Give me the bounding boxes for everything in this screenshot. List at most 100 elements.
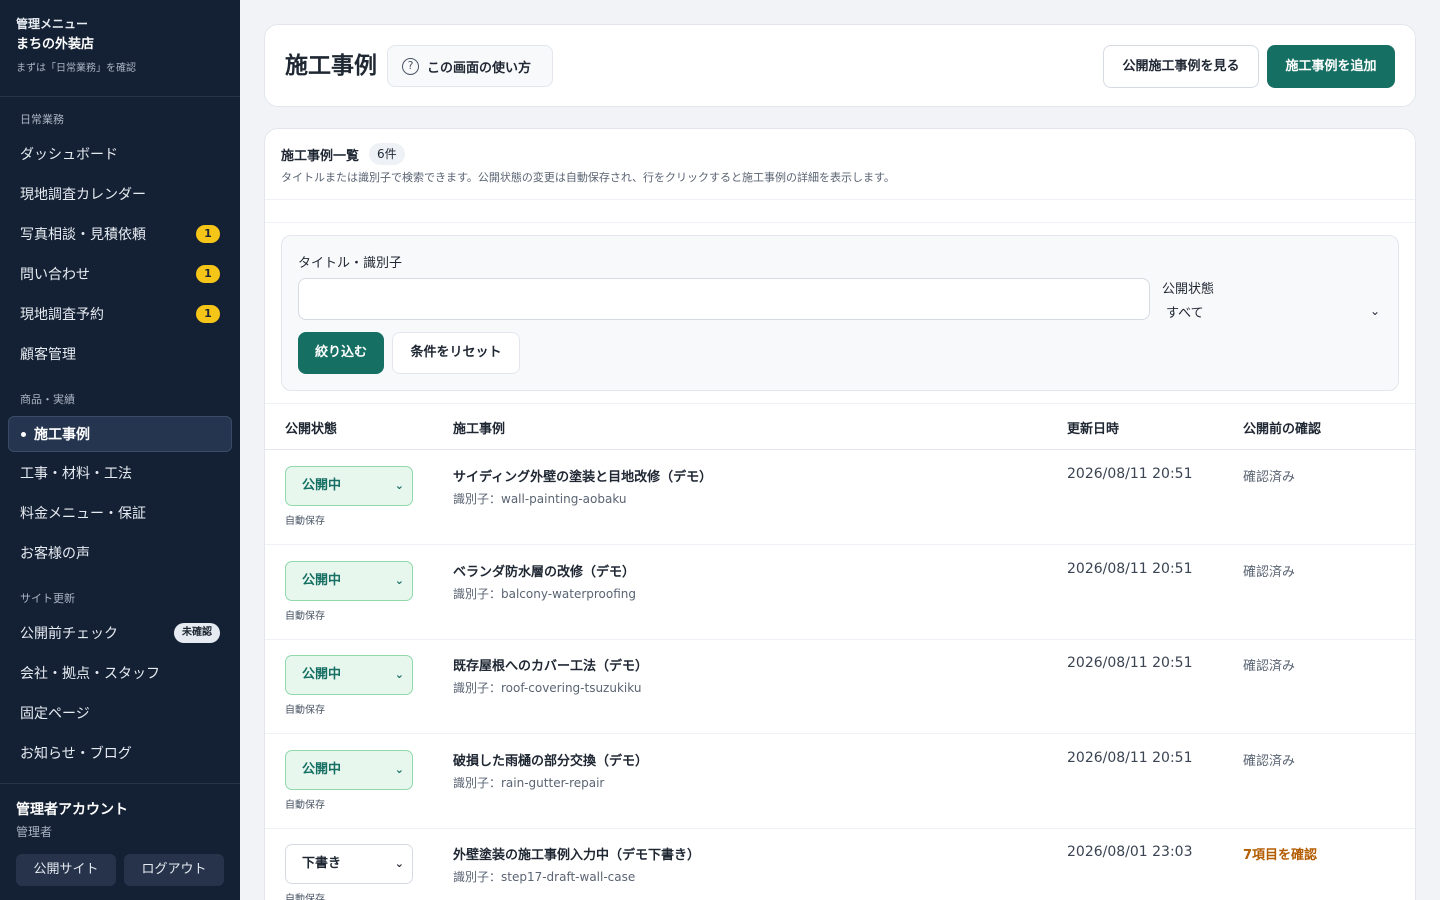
autosave-note: 自動保存	[285, 894, 325, 900]
list-title: 施工事例一覧	[281, 148, 360, 164]
case-title: ベランダ防水層の改修（デモ）	[453, 565, 636, 580]
column-check: 公開前の確認	[1243, 422, 1322, 437]
sidebar-item-prepublish-check[interactable]: 公開前チェック 未確認	[8, 615, 232, 651]
status-select[interactable]: 公開中 ⌄	[285, 561, 413, 601]
prepublish-status: 確認済み	[1243, 565, 1296, 580]
sidebar-item-label: 写真相談・見積依頼	[20, 227, 146, 243]
autosave-note: 自動保存	[285, 705, 325, 716]
case-identifier: 識別子：rain-gutter-repair	[453, 776, 605, 790]
case-title: 既存屋根へのカバー工法（デモ）	[453, 659, 649, 674]
sidebar-item-label: 顧客管理	[20, 347, 76, 363]
case-title: 外壁塗装の施工事例入力中（デモ下書き）	[453, 848, 701, 863]
public-site-button[interactable]: 公開サイト	[16, 854, 116, 886]
sidebar-item-dashboard[interactable]: ダッシュボード	[8, 136, 232, 172]
status-value: 公開中	[302, 478, 342, 493]
prepublish-status: 確認済み	[1243, 470, 1296, 485]
search-input[interactable]	[298, 278, 1150, 320]
updated-at: 2026/08/11 20:51	[1067, 561, 1193, 577]
case-title: サイディング外壁の塗装と目地改修（デモ）	[453, 470, 713, 485]
sidebar-item-customers[interactable]: 顧客管理	[8, 336, 232, 372]
status-select[interactable]: 下書き ⌄	[285, 844, 413, 884]
updated-at: 2026/08/11 20:51	[1067, 655, 1193, 671]
page-title: 施工事例	[285, 53, 377, 79]
chevron-down-icon: ⌄	[394, 668, 404, 681]
column-case: 施工事例	[453, 422, 506, 437]
updated-at: 2026/08/01 23:03	[1067, 844, 1193, 860]
case-identifier: 識別子：roof-covering-tsuzukiku	[453, 681, 642, 695]
table-row[interactable]: 下書き ⌄ 自動保存 外壁塗装の施工事例入力中（デモ下書き） 識別子：step17…	[265, 828, 1415, 900]
sidebar-item-fixed-pages[interactable]: 固定ページ	[8, 695, 232, 731]
table-row[interactable]: 公開中 ⌄ 自動保存 既存屋根へのカバー工法（デモ） 識別子：roof-cover…	[265, 639, 1415, 734]
sidebar-item-label: 料金メニュー・保証	[20, 506, 146, 522]
chevron-down-icon: ⌄	[394, 479, 404, 492]
sidebar-item-works-materials[interactable]: 工事・材料・工法	[8, 455, 232, 491]
sidebar-item-testimonials[interactable]: お客様の声	[8, 535, 232, 571]
sidebar-item-label: ダッシュボード	[20, 147, 118, 163]
section-products: 商品・実績	[20, 393, 75, 406]
sidebar-item-label: お知らせ・ブログ	[20, 746, 132, 762]
status-value: 公開中	[302, 762, 342, 777]
prepublish-status: 確認済み	[1243, 754, 1296, 769]
case-identifier: 識別子：wall-painting-aobaku	[453, 492, 627, 506]
table-row[interactable]: 公開中 ⌄ 自動保存 破損した雨樋の部分交換（デモ） 識別子：rain-gutte…	[265, 734, 1415, 829]
sidebar-item-pricing[interactable]: 料金メニュー・保証	[8, 495, 232, 531]
active-dot-icon	[21, 431, 26, 437]
sidebar-item-label: 現地調査予約	[20, 307, 104, 323]
status-pill: 未確認	[174, 623, 220, 643]
case-identifier: 識別子：balcony-waterproofing	[453, 587, 637, 601]
table-row[interactable]: 公開中 ⌄ 自動保存 ベランダ防水層の改修（デモ） 識別子：balcony-wat…	[265, 545, 1415, 640]
sidebar-item-label: 会社・拠点・スタッフ	[20, 666, 160, 682]
autosave-note: 自動保存	[285, 516, 325, 527]
chevron-down-icon: ⌄	[1369, 304, 1380, 318]
sidebar-item-cases[interactable]: 施工事例	[8, 416, 232, 452]
account-name: 管理者アカウント	[16, 802, 128, 818]
status-select[interactable]: 公開中 ⌄	[285, 466, 413, 506]
section-daily: 日常業務	[20, 113, 64, 126]
account-role: 管理者	[16, 825, 53, 839]
sidebar-item-inquiries[interactable]: 問い合わせ 1	[8, 256, 232, 292]
status-filter-label: 公開状態	[1162, 282, 1215, 297]
sidebar-item-company[interactable]: 会社・拠点・スタッフ	[8, 655, 232, 691]
count-badge: 1	[196, 225, 220, 243]
status-filter-select[interactable]: すべて ⌄	[1162, 302, 1384, 324]
status-select[interactable]: 公開中 ⌄	[285, 655, 413, 695]
status-value: 公開中	[302, 667, 342, 682]
sidebar-item-photo-estimate[interactable]: 写真相談・見積依頼 1	[8, 216, 232, 252]
chevron-down-icon: ⌄	[394, 857, 404, 870]
table-header: 公開状態 施工事例 更新日時 公開前の確認	[265, 403, 1415, 450]
case-title: 破損した雨樋の部分交換（デモ）	[453, 754, 649, 769]
divider	[265, 199, 1415, 223]
table-row[interactable]: 公開中 ⌄ 自動保存 サイディング外壁の塗装と目地改修（デモ） 識別子：wall-…	[265, 450, 1415, 545]
search-label: タイトル・識別子	[298, 256, 403, 271]
view-public-cases-button[interactable]: 公開施工事例を見る	[1103, 45, 1259, 88]
sidebar-item-label: お客様の声	[20, 546, 90, 562]
updated-at: 2026/08/11 20:51	[1067, 466, 1193, 482]
status-select[interactable]: 公開中 ⌄	[285, 750, 413, 790]
case-list-card: 施工事例一覧 6件 タイトルまたは識別子で検索できます。公開状態の変更は自動保存…	[264, 128, 1416, 900]
add-case-button[interactable]: 施工事例を追加	[1267, 45, 1395, 88]
chevron-down-icon: ⌄	[394, 574, 404, 587]
account-panel: 管理者アカウント 管理者 公開サイト ログアウト	[0, 783, 240, 900]
question-icon: ?	[402, 57, 419, 75]
count-badge: 1	[196, 265, 220, 283]
sidebar-item-label: 施工事例	[34, 427, 90, 443]
case-identifier: 識別子：step17-draft-wall-case	[453, 870, 636, 884]
sidebar-item-label: 問い合わせ	[20, 267, 90, 283]
shop-name: まちの外装店	[16, 37, 95, 52]
logout-button[interactable]: ログアウト	[124, 854, 224, 886]
help-button[interactable]: ? この画面の使い方	[387, 45, 553, 87]
autosave-note: 自動保存	[285, 800, 325, 811]
sidebar-item-label: 工事・材料・工法	[20, 466, 132, 482]
sidebar-item-survey-booking[interactable]: 現地調査予約 1	[8, 296, 232, 332]
sidebar-hint: まずは「日常業務」を確認	[16, 63, 136, 74]
prepublish-status: 確認済み	[1243, 659, 1296, 674]
sidebar-header: 管理メニュー まちの外装店 まずは「日常業務」を確認	[0, 0, 240, 97]
sidebar-item-label: 現地調査カレンダー	[20, 187, 146, 203]
sidebar-item-news-blog[interactable]: お知らせ・ブログ	[8, 735, 232, 771]
reset-filter-button[interactable]: 条件をリセット	[392, 332, 520, 374]
sidebar-item-label: 公開前チェック	[20, 626, 118, 642]
sidebar-item-label: 固定ページ	[20, 706, 90, 722]
apply-filter-button[interactable]: 絞り込む	[298, 332, 384, 374]
sidebar-item-survey-calendar[interactable]: 現地調査カレンダー	[8, 176, 232, 212]
status-filter-value: すべて	[1166, 306, 1204, 321]
